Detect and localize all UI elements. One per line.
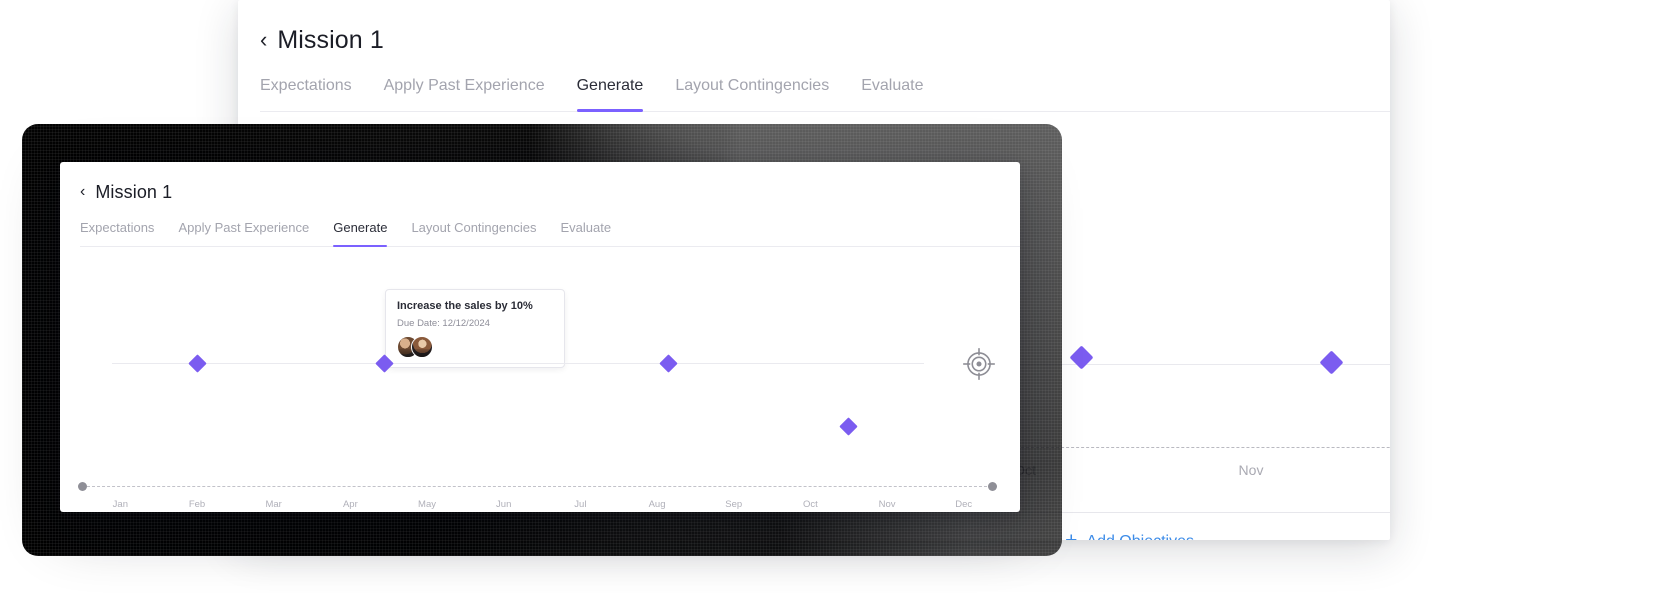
month-label: May (418, 499, 436, 510)
month-label: Jan (112, 499, 128, 510)
timeline-month-labels: Jan Feb Mar Apr May Jun Jul Aug Sep Oct … (82, 499, 1002, 510)
front-window-header: ‹ Mission 1 Expectations Apply Past Expe… (60, 162, 1020, 247)
tab-generate[interactable]: Generate (333, 220, 388, 247)
front-window: ‹ Mission 1 Expectations Apply Past Expe… (60, 162, 1020, 512)
page-title: Mission 1 (95, 182, 173, 202)
month-label: Oct (802, 499, 818, 510)
tab-expectations[interactable]: Expectations (80, 220, 154, 246)
timeline-dashed-axis (82, 486, 997, 487)
screenshot-stage: ‹ Mission 1 Expectations Apply Past Expe… (0, 0, 1664, 610)
month-label: Mar (265, 499, 282, 510)
month-label: Dec (955, 499, 973, 510)
front-window-tabs: Expectations Apply Past Experience Gener… (80, 220, 1020, 247)
objective-due-date: Due Date: 12/12/2024 (397, 318, 490, 329)
target-crosshair-icon (960, 345, 998, 388)
tab-expectations[interactable]: Expectations (260, 77, 352, 111)
page-title: Mission 1 (277, 26, 384, 54)
timeline-marker[interactable] (1069, 345, 1094, 370)
back-window-header: ‹ Mission 1 Expectations Apply Past Expe… (238, 0, 1390, 112)
tab-layout-contingencies[interactable]: Layout Contingencies (411, 220, 536, 246)
tab-evaluate[interactable]: Evaluate (560, 220, 611, 246)
assignee-avatar-group[interactable] (397, 336, 553, 358)
tab-apply-past-experience[interactable]: Apply Past Experience (384, 77, 545, 111)
chevron-left-icon[interactable]: ‹ (80, 183, 85, 200)
avatar (411, 336, 433, 358)
back-window-tabs: Expectations Apply Past Experience Gener… (260, 77, 1390, 112)
breadcrumb: ‹ Mission 1 (260, 26, 1390, 55)
tab-layout-contingencies[interactable]: Layout Contingencies (675, 77, 829, 111)
timeline-marker[interactable] (1319, 350, 1344, 375)
timeline-marker[interactable] (659, 354, 678, 373)
timeline-track (112, 363, 924, 364)
plus-icon: + (1065, 530, 1077, 540)
tab-generate[interactable]: Generate (576, 77, 643, 112)
month-label: Feb (188, 499, 206, 510)
month-label: Apr (342, 499, 358, 510)
timeline-axis-start-dot (78, 482, 87, 491)
month-label: Nov (878, 499, 896, 510)
objective-tooltip-card[interactable]: Increase the sales by 10% Due Date: 12/1… (385, 289, 565, 368)
timeline-marker[interactable] (188, 354, 207, 373)
timeline-axis-end-dot (988, 482, 997, 491)
breadcrumb: ‹ Mission 1 (80, 182, 1020, 203)
month-label: Jun (496, 499, 512, 510)
month-label: Nov (1238, 462, 1264, 478)
tab-evaluate[interactable]: Evaluate (861, 77, 923, 111)
objective-title: Increase the sales by 10% (397, 300, 533, 312)
month-label: Aug (648, 499, 666, 510)
month-label: Dec (1364, 462, 1390, 478)
timeline-marker[interactable] (839, 417, 858, 436)
add-objectives-label: Add Objectives (1086, 533, 1194, 541)
add-objectives-button[interactable]: + Add Objectives (1065, 530, 1194, 541)
month-label: Jul (574, 499, 587, 510)
tab-apply-past-experience[interactable]: Apply Past Experience (178, 220, 309, 246)
chevron-left-icon[interactable]: ‹ (260, 28, 267, 51)
month-label: Sep (725, 499, 743, 510)
